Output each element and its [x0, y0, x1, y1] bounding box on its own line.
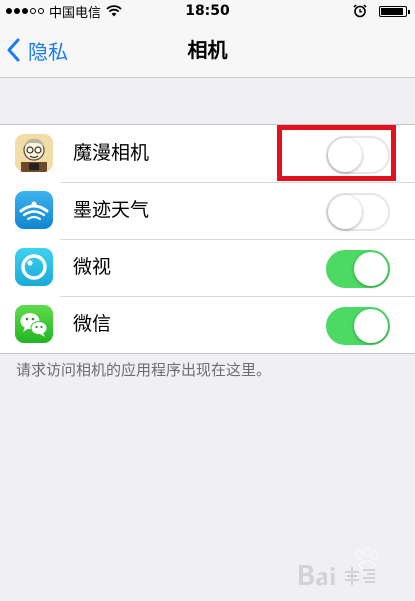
- battery-icon: [379, 5, 410, 17]
- app-row-mojitianqi: 墨迹天气: [0, 182, 415, 239]
- footer-note: 请求访问相机的应用程序出现在这里。: [16, 361, 272, 379]
- alarm-icon: [353, 4, 367, 18]
- battery-level-fill: [381, 7, 403, 15]
- camera-access-list: 魔漫相机 墨迹天气 微视 微信: [0, 124, 415, 354]
- toggle-knob: [354, 252, 388, 286]
- app-row-weishi: 微视: [0, 239, 415, 296]
- wechat-app-icon: [15, 305, 53, 343]
- momanxiangji-app-icon: [15, 134, 53, 172]
- weishi-app-icon: [15, 248, 53, 286]
- camera-access-toggle-mojitianqi[interactable]: [326, 193, 390, 231]
- app-name-label: 微信: [73, 313, 112, 335]
- camera-access-toggle-weishi[interactable]: [326, 250, 390, 288]
- toggle-knob: [328, 195, 362, 229]
- status-bar: 中国电信 18:50: [0, 0, 415, 22]
- app-name-label: 魔漫相机: [73, 142, 150, 164]
- toggle-knob: [328, 138, 362, 172]
- app-row-wechat: 微信: [0, 296, 415, 353]
- navigation-bar: 隐私 相机: [0, 22, 415, 78]
- toggle-knob: [354, 309, 388, 343]
- status-right: [353, 3, 410, 19]
- baidu-jingyan-watermark-logo: [299, 547, 379, 586]
- app-row-momanxiangji: 魔漫相机: [0, 125, 415, 182]
- app-name-label: 微视: [73, 256, 112, 278]
- camera-access-toggle-momanxiangji[interactable]: [326, 136, 390, 174]
- page-title: 相机: [187, 38, 228, 62]
- camera-access-toggle-wechat[interactable]: [326, 307, 390, 345]
- mojitianqi-app-icon: [15, 191, 53, 229]
- app-name-label: 墨迹天气: [73, 199, 150, 221]
